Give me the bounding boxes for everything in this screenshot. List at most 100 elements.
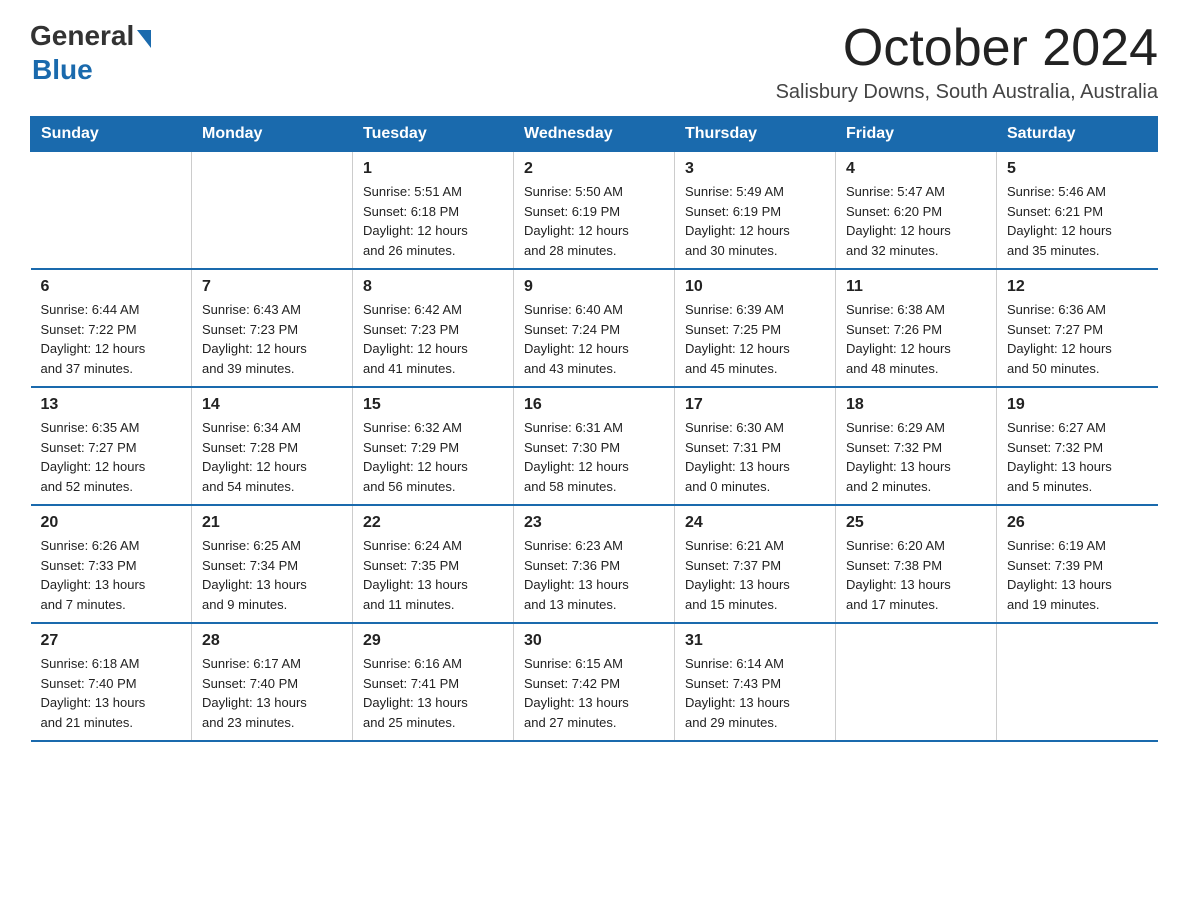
calendar-day-26: 26 Sunrise: 6:19 AMSunset: 7:39 PMDayligh… (997, 505, 1158, 623)
day-number: 12 (1007, 278, 1148, 296)
day-info: Sunrise: 6:14 AMSunset: 7:43 PMDaylight:… (685, 654, 825, 732)
day-number: 2 (524, 160, 664, 178)
calendar-day-27: 27Sunrise: 6:18 AMSunset: 7:40 PMDayligh… (31, 623, 192, 741)
day-info: Sunrise: 6:16 AMSunset: 7:41 PMDaylight:… (363, 654, 503, 732)
calendar-table: SundayMondayTuesdayWednesdayThursdayFrid… (30, 116, 1158, 742)
day-info: Sunrise: 6:43 AMSunset: 7:23 PMDaylight:… (202, 300, 342, 378)
calendar-empty-cell (997, 623, 1158, 741)
calendar-day-30: 30 Sunrise: 6:15 AMSunset: 7:42 PMDayligh… (514, 623, 675, 741)
calendar-week-row: 6 Sunrise: 6:44 AMSunset: 7:22 PMDaylight… (31, 269, 1158, 387)
day-number: 20 (41, 514, 182, 532)
logo-arrow-icon (137, 30, 151, 48)
calendar-day-10: 10 Sunrise: 6:39 AMSunset: 7:25 PMDayligh… (675, 269, 836, 387)
day-number: 10 (685, 278, 825, 296)
logo: General Blue (30, 20, 151, 86)
day-info: Sunrise: 6:34 AMSunset: 7:28 PMDaylight:… (202, 418, 342, 496)
day-number: 15 (363, 396, 503, 414)
calendar-day-22: 22 Sunrise: 6:24 AMSunset: 7:35 PMDayligh… (353, 505, 514, 623)
calendar-week-row: 27Sunrise: 6:18 AMSunset: 7:40 PMDayligh… (31, 623, 1158, 741)
calendar-empty-cell (836, 623, 997, 741)
day-number: 1 (363, 160, 503, 178)
day-info: Sunrise: 6:25 AMSunset: 7:34 PMDaylight:… (202, 536, 342, 614)
day-number: 29 (363, 632, 503, 650)
calendar-header-tuesday: Tuesday (353, 117, 514, 152)
calendar-day-3: 3Sunrise: 5:49 AMSunset: 6:19 PMDaylight… (675, 152, 836, 270)
calendar-header-row: SundayMondayTuesdayWednesdayThursdayFrid… (31, 117, 1158, 152)
day-number: 19 (1007, 396, 1148, 414)
calendar-day-24: 24Sunrise: 6:21 AMSunset: 7:37 PMDayligh… (675, 505, 836, 623)
calendar-week-row: 13Sunrise: 6:35 AMSunset: 7:27 PMDayligh… (31, 387, 1158, 505)
calendar-day-19: 19 Sunrise: 6:27 AMSunset: 7:32 PMDayligh… (997, 387, 1158, 505)
day-number: 28 (202, 632, 342, 650)
day-info: Sunrise: 6:42 AMSunset: 7:23 PMDaylight:… (363, 300, 503, 378)
day-number: 6 (41, 278, 182, 296)
day-number: 31 (685, 632, 825, 650)
calendar-day-12: 12Sunrise: 6:36 AMSunset: 7:27 PMDayligh… (997, 269, 1158, 387)
day-info: Sunrise: 6:31 AMSunset: 7:30 PMDaylight:… (524, 418, 664, 496)
calendar-day-11: 11 Sunrise: 6:38 AMSunset: 7:26 PMDayligh… (836, 269, 997, 387)
calendar-day-18: 18 Sunrise: 6:29 AMSunset: 7:32 PMDayligh… (836, 387, 997, 505)
calendar-day-25: 25 Sunrise: 6:20 AMSunset: 7:38 PMDayligh… (836, 505, 997, 623)
calendar-day-8: 8 Sunrise: 6:42 AMSunset: 7:23 PMDaylight… (353, 269, 514, 387)
day-number: 9 (524, 278, 664, 296)
calendar-day-5: 5Sunrise: 5:46 AMSunset: 6:21 PMDaylight… (997, 152, 1158, 270)
day-number: 22 (363, 514, 503, 532)
calendar-day-20: 20Sunrise: 6:26 AMSunset: 7:33 PMDayligh… (31, 505, 192, 623)
day-number: 26 (1007, 514, 1148, 532)
day-info: Sunrise: 6:29 AMSunset: 7:32 PMDaylight:… (846, 418, 986, 496)
day-number: 11 (846, 278, 986, 296)
day-info: Sunrise: 5:47 AMSunset: 6:20 PMDaylight:… (846, 182, 986, 260)
day-number: 3 (685, 160, 825, 178)
calendar-day-15: 15 Sunrise: 6:32 AMSunset: 7:29 PMDayligh… (353, 387, 514, 505)
day-info: Sunrise: 6:20 AMSunset: 7:38 PMDaylight:… (846, 536, 986, 614)
calendar-day-14: 14Sunrise: 6:34 AMSunset: 7:28 PMDayligh… (192, 387, 353, 505)
day-number: 25 (846, 514, 986, 532)
day-info: Sunrise: 6:18 AMSunset: 7:40 PMDaylight:… (41, 654, 182, 732)
calendar-day-31: 31 Sunrise: 6:14 AMSunset: 7:43 PMDayligh… (675, 623, 836, 741)
day-number: 5 (1007, 160, 1148, 178)
day-info: Sunrise: 6:15 AMSunset: 7:42 PMDaylight:… (524, 654, 664, 732)
day-number: 17 (685, 396, 825, 414)
calendar-week-row: 1 Sunrise: 5:51 AMSunset: 6:18 PMDaylight… (31, 152, 1158, 270)
day-info: Sunrise: 6:40 AMSunset: 7:24 PMDaylight:… (524, 300, 664, 378)
calendar-day-9: 9 Sunrise: 6:40 AMSunset: 7:24 PMDaylight… (514, 269, 675, 387)
day-number: 24 (685, 514, 825, 532)
day-number: 18 (846, 396, 986, 414)
calendar-week-row: 20Sunrise: 6:26 AMSunset: 7:33 PMDayligh… (31, 505, 1158, 623)
calendar-empty-cell (192, 152, 353, 270)
day-number: 21 (202, 514, 342, 532)
day-info: Sunrise: 6:19 AMSunset: 7:39 PMDaylight:… (1007, 536, 1148, 614)
calendar-header-wednesday: Wednesday (514, 117, 675, 152)
calendar-day-13: 13Sunrise: 6:35 AMSunset: 7:27 PMDayligh… (31, 387, 192, 505)
day-number: 8 (363, 278, 503, 296)
calendar-day-1: 1 Sunrise: 5:51 AMSunset: 6:18 PMDaylight… (353, 152, 514, 270)
day-info: Sunrise: 6:24 AMSunset: 7:35 PMDaylight:… (363, 536, 503, 614)
day-info: Sunrise: 6:23 AMSunset: 7:36 PMDaylight:… (524, 536, 664, 614)
day-info: Sunrise: 5:50 AMSunset: 6:19 PMDaylight:… (524, 182, 664, 260)
page-title: October 2024 (776, 20, 1158, 77)
day-number: 16 (524, 396, 664, 414)
calendar-header-monday: Monday (192, 117, 353, 152)
day-info: Sunrise: 6:38 AMSunset: 7:26 PMDaylight:… (846, 300, 986, 378)
day-info: Sunrise: 5:51 AMSunset: 6:18 PMDaylight:… (363, 182, 503, 260)
calendar-day-2: 2 Sunrise: 5:50 AMSunset: 6:19 PMDaylight… (514, 152, 675, 270)
calendar-day-7: 7 Sunrise: 6:43 AMSunset: 7:23 PMDaylight… (192, 269, 353, 387)
calendar-day-6: 6 Sunrise: 6:44 AMSunset: 7:22 PMDaylight… (31, 269, 192, 387)
header: General Blue October 2024 Salisbury Down… (30, 20, 1158, 104)
day-number: 30 (524, 632, 664, 650)
day-info: Sunrise: 6:27 AMSunset: 7:32 PMDaylight:… (1007, 418, 1148, 496)
calendar-header-sunday: Sunday (31, 117, 192, 152)
subtitle: Salisbury Downs, South Australia, Austra… (776, 81, 1158, 104)
calendar-empty-cell (31, 152, 192, 270)
day-info: Sunrise: 6:39 AMSunset: 7:25 PMDaylight:… (685, 300, 825, 378)
calendar-day-28: 28 Sunrise: 6:17 AMSunset: 7:40 PMDayligh… (192, 623, 353, 741)
day-number: 13 (41, 396, 182, 414)
calendar-header-thursday: Thursday (675, 117, 836, 152)
calendar-header-friday: Friday (836, 117, 997, 152)
day-info: Sunrise: 6:32 AMSunset: 7:29 PMDaylight:… (363, 418, 503, 496)
calendar-day-17: 17Sunrise: 6:30 AMSunset: 7:31 PMDayligh… (675, 387, 836, 505)
calendar-header-saturday: Saturday (997, 117, 1158, 152)
day-number: 7 (202, 278, 342, 296)
day-info: Sunrise: 6:44 AMSunset: 7:22 PMDaylight:… (41, 300, 182, 378)
day-info: Sunrise: 6:17 AMSunset: 7:40 PMDaylight:… (202, 654, 342, 732)
